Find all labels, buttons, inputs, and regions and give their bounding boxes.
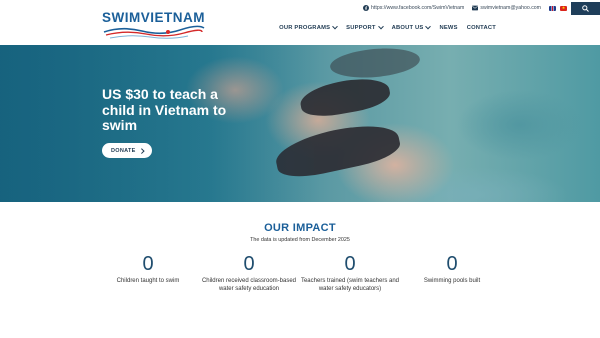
main-nav: OUR PROGRAMS SUPPORT ABOUT US NEWS CONTA…: [270, 23, 496, 31]
vietnamese-flag-icon[interactable]: [560, 5, 567, 11]
stat-value: 0: [142, 253, 154, 275]
top-bar: https://www.facebook.com/SwimVietnam swi…: [363, 1, 600, 15]
nav-news[interactable]: NEWS: [439, 25, 457, 31]
stat-label: Children received classroom-based water …: [201, 278, 297, 292]
donate-label: DONATE: [111, 147, 136, 154]
logo-part-vietnam: VIETNAM: [140, 10, 205, 25]
nav-our-programs[interactable]: OUR PROGRAMS: [279, 23, 339, 31]
stat-label: Swimming pools built: [423, 278, 481, 284]
impact-subtitle: The data is updated from December 2025: [250, 237, 350, 243]
stat-teachers-trained: 0 Teachers trained (swim teachers and wa…: [300, 253, 400, 293]
stat-label: Children taught to swim: [116, 278, 180, 284]
hero-banner: US $30 to teach a child in Vietnam to sw…: [0, 45, 600, 202]
impact-title: OUR IMPACT: [264, 222, 336, 234]
logo-waves-icon: [103, 25, 205, 39]
facebook-icon: [363, 5, 370, 11]
chevron-down-icon: [377, 23, 384, 30]
nav-about-us[interactable]: ABOUT US: [391, 23, 432, 31]
stat-value: 0: [243, 253, 255, 275]
site-header: SWIMVIETNAM https://www.facebook.com/Swi…: [0, 0, 600, 45]
email-link[interactable]: swimvietnam@yahoo.com: [472, 5, 541, 11]
logo-part-swim: SWIM: [102, 10, 141, 25]
stat-value: 0: [446, 253, 458, 275]
hero-title: US $30 to teach a child in Vietnam to sw…: [102, 86, 227, 133]
stat-value: 0: [344, 253, 356, 275]
search-icon: [582, 4, 589, 12]
nav-label: ABOUT US: [391, 25, 424, 31]
facebook-url: https://www.facebook.com/SwimVietnam: [371, 5, 465, 11]
nav-label: CONTACT: [466, 25, 496, 31]
nav-contact[interactable]: CONTACT: [467, 25, 496, 31]
nav-label: OUR PROGRAMS: [279, 25, 331, 31]
search-button[interactable]: [571, 1, 600, 15]
nav-label: SUPPORT: [346, 25, 376, 31]
english-flag-icon[interactable]: [549, 5, 556, 11]
hero-photo-detail: [328, 45, 422, 81]
facebook-link[interactable]: https://www.facebook.com/SwimVietnam: [363, 5, 464, 11]
stat-classroom-education: 0 Children received classroom-based wate…: [199, 253, 299, 293]
donate-button[interactable]: DONATE: [102, 143, 153, 158]
envelope-icon: [472, 5, 479, 11]
stat-pools-built: 0 Swimming pools built: [402, 253, 502, 286]
swimvietnam-logo[interactable]: SWIMVIETNAM: [102, 10, 206, 40]
chevron-right-icon: [138, 148, 144, 153]
logo-text: SWIMVIETNAM: [102, 10, 205, 25]
nav-support[interactable]: SUPPORT: [346, 23, 384, 31]
chevron-down-icon: [332, 23, 339, 30]
stat-label: Teachers trained (swim teachers and wate…: [300, 278, 400, 292]
email-address: swimvietnam@yahoo.com: [480, 5, 541, 11]
stat-children-taught: 0 Children taught to swim: [98, 253, 198, 286]
chevron-down-icon: [425, 23, 432, 30]
nav-label: NEWS: [439, 25, 458, 31]
